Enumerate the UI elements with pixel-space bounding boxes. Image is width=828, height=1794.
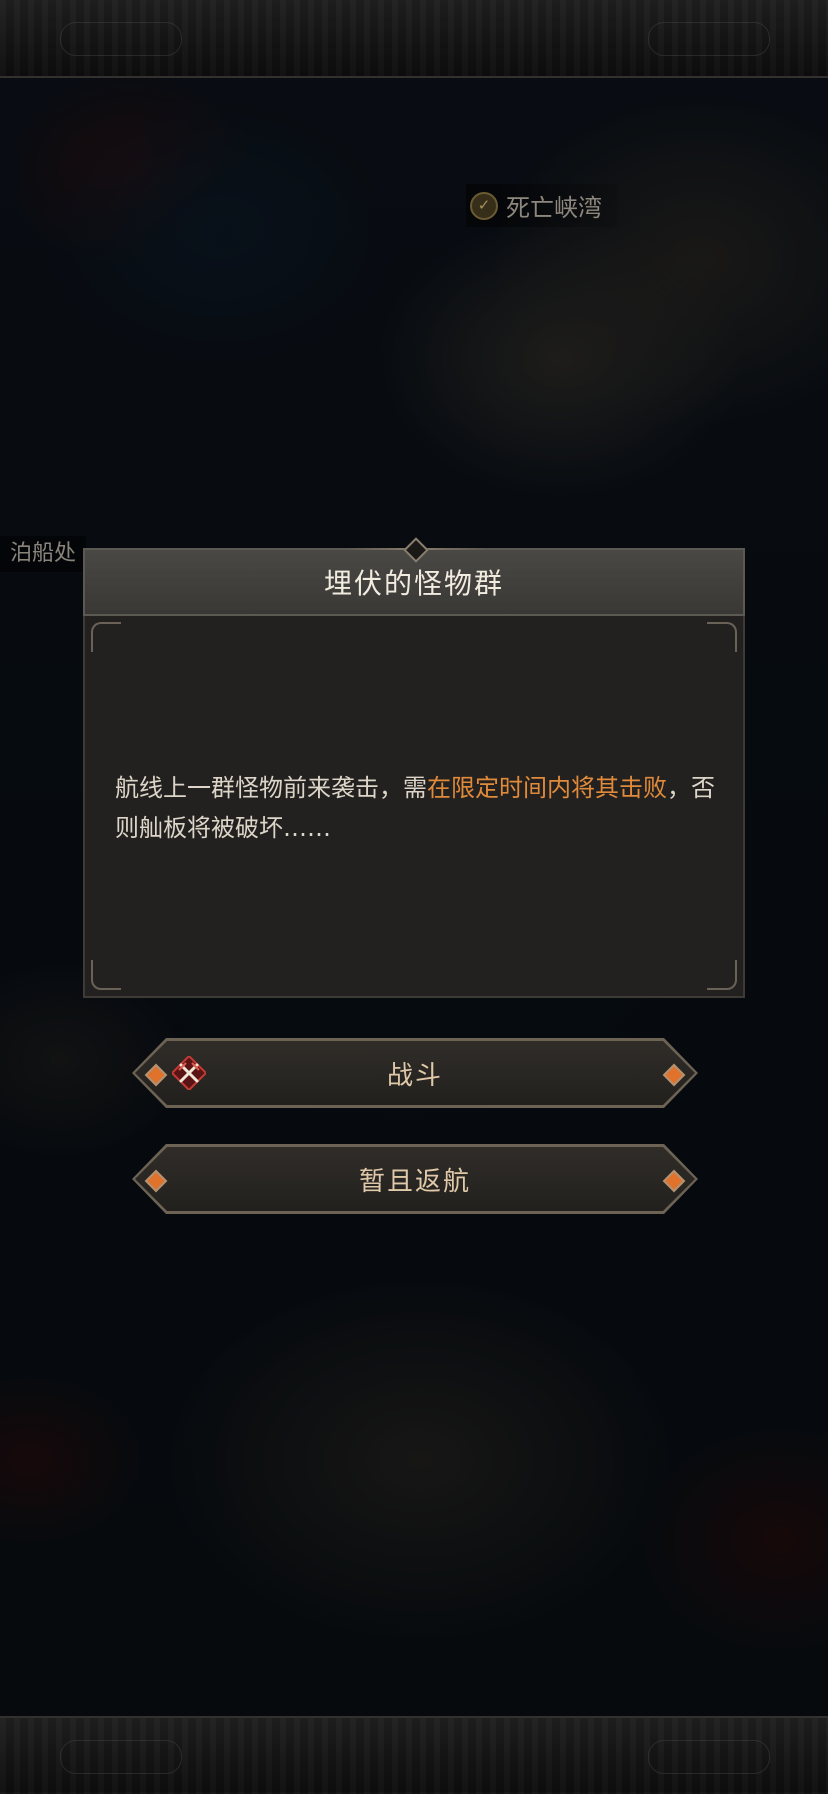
fight-button[interactable]: 战斗	[132, 1038, 698, 1108]
corner-ornament	[91, 622, 121, 652]
return-button[interactable]: 暂且返航	[132, 1144, 698, 1214]
description-highlight: 在限定时间内将其击败	[427, 774, 667, 802]
dialog-description: 航线上一群怪物前来袭击，需在限定时间内将其击败，否则舢板将被破坏……	[115, 768, 715, 848]
description-text: 航线上一群怪物前来袭击，需	[115, 774, 427, 802]
event-dialog: 埋伏的怪物群 航线上一群怪物前来袭击，需在限定时间内将其击败，否则舢板将被破坏……	[83, 537, 745, 998]
corner-ornament	[707, 622, 737, 652]
fight-button-label: 战斗	[386, 1060, 443, 1091]
dialog-title: 埋伏的怪物群	[323, 567, 504, 600]
return-button-label: 暂且返航	[358, 1166, 471, 1197]
dialog-header: 埋伏的怪物群	[83, 537, 745, 616]
dialog-body: 航线上一群怪物前来袭击，需在限定时间内将其击败，否则舢板将被破坏……	[83, 616, 745, 998]
corner-ornament	[707, 960, 737, 990]
corner-ornament	[91, 960, 121, 990]
